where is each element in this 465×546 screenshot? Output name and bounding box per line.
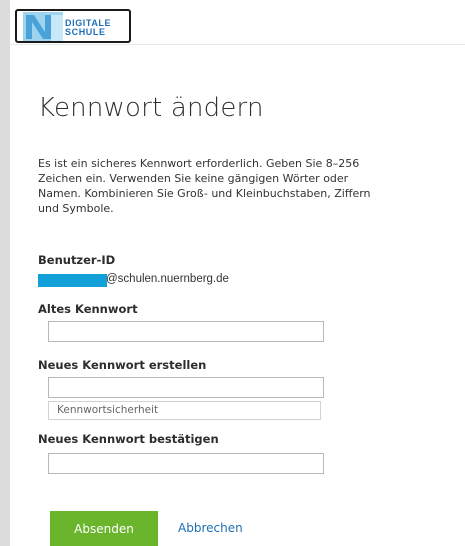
page-frame: DIGITALE SCHULE Kennwort ändern Es ist e… (10, 0, 465, 546)
user-id-domain: @schulen.nuernberg.de (106, 273, 229, 285)
password-requirements-text: Es ist ein sicheres Kennwort erforderlic… (38, 157, 371, 215)
logo-text-line2: SCHULE (65, 27, 106, 37)
confirm-password-label: Neues Kennwort bestätigen (38, 432, 219, 446)
logo-mark-icon (23, 12, 63, 41)
new-password-label: Neues Kennwort erstellen (38, 358, 207, 372)
new-password-field[interactable] (48, 377, 324, 398)
school-logo: DIGITALE SCHULE (15, 9, 131, 43)
redacted-username (38, 274, 107, 287)
old-password-field[interactable] (48, 321, 324, 342)
old-password-label: Altes Kennwort (38, 302, 138, 316)
page-title: Kennwort ändern (38, 93, 264, 123)
submit-button[interactable]: Absenden (50, 511, 158, 546)
logo-text: DIGITALE SCHULE (65, 19, 111, 37)
user-id-label: Benutzer-ID (38, 253, 116, 267)
confirm-password-field[interactable] (48, 453, 324, 474)
password-strength-indicator: Kennwortsicherheit (48, 401, 321, 420)
header-bar: DIGITALE SCHULE (10, 0, 465, 45)
cancel-link[interactable]: Abbrechen (178, 521, 243, 535)
